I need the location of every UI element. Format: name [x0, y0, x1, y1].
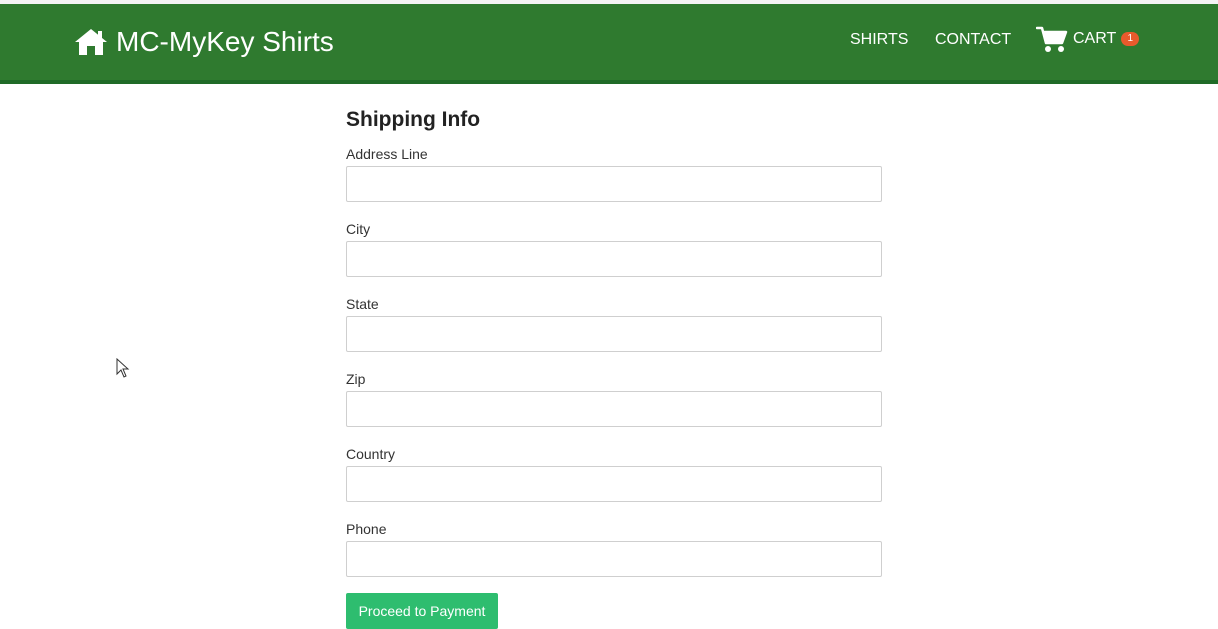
cart-label: CART — [1073, 30, 1117, 47]
nav-contact-link[interactable]: CONTACT — [935, 30, 1011, 50]
zip-label: Zip — [346, 371, 366, 387]
proceed-to-payment-button[interactable]: Proceed to Payment — [346, 593, 498, 629]
brand-link[interactable]: MC-MyKey Shirts — [74, 26, 334, 58]
mouse-pointer-icon — [116, 357, 130, 378]
city-label: City — [346, 221, 371, 237]
shipping-form: Shipping Info Address Line City State Zi… — [346, 108, 882, 629]
navbar: MC-MyKey Shirts SHIRTS CONTACT CART 1 — [0, 4, 1218, 84]
country-label: Country — [346, 446, 396, 462]
cart-count-badge: 1 — [1121, 32, 1140, 46]
nav-cart-link[interactable]: CART 1 — [1036, 24, 1140, 54]
brand-name: MC-MyKey Shirts — [116, 26, 334, 57]
state-label: State — [346, 296, 379, 312]
zip-input[interactable] — [346, 391, 882, 427]
city-input[interactable] — [346, 241, 882, 277]
shopping-cart-icon — [1036, 24, 1068, 54]
address-line-label: Address Line — [346, 146, 428, 162]
state-input[interactable] — [346, 316, 882, 352]
page-title: Shipping Info — [346, 108, 481, 131]
address-line-input[interactable] — [346, 166, 882, 202]
phone-label: Phone — [346, 521, 387, 537]
nav-shirts-link[interactable]: SHIRTS — [850, 30, 908, 50]
home-icon — [74, 27, 108, 57]
phone-input[interactable] — [346, 541, 882, 577]
country-input[interactable] — [346, 466, 882, 502]
